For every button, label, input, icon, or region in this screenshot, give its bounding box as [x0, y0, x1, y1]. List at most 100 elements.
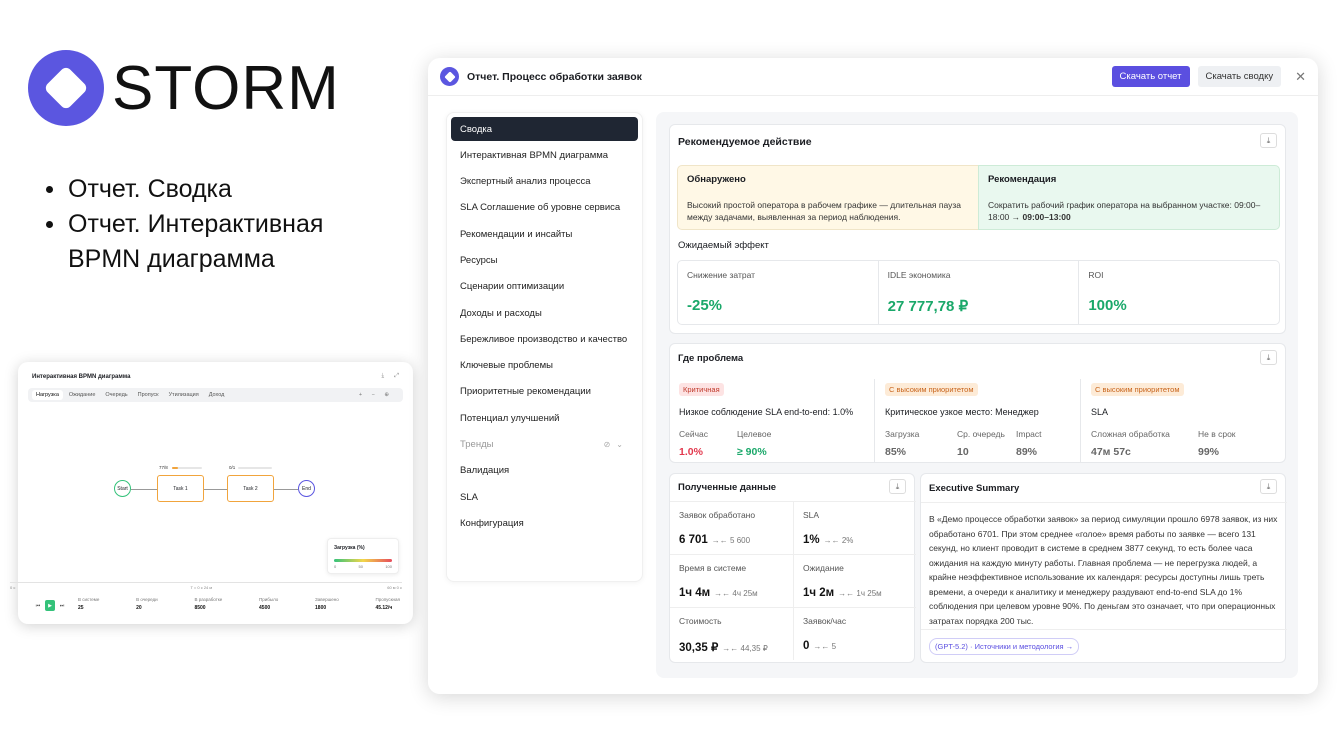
sidebar-item-finance[interactable]: Доходы и расходы	[451, 301, 638, 325]
load-legend: Загрузка (%) 0 50 100	[327, 538, 399, 574]
start-node[interactable]: Start	[114, 480, 131, 497]
reco-text: Сократить рабочий график оператора на вы…	[988, 200, 1261, 222]
problem-text: SLA	[1091, 407, 1109, 417]
received-data-card: Полученные данные ⤓ Заявок обработано 6 7…	[669, 473, 916, 663]
bullet-item: Отчет. Интерактивная BPMN диаграмма	[40, 207, 360, 277]
close-icon[interactable]: ✕	[1295, 69, 1306, 85]
expand-icon[interactable]: ⤢	[394, 373, 399, 379]
stat-item: В очереди 20	[136, 597, 158, 611]
axis-start: 0 с	[10, 585, 16, 590]
download-icon[interactable]: ⤓	[1260, 133, 1277, 148]
sidebar-item-resources[interactable]: Ресурсы	[451, 248, 638, 272]
recommended-action-card: Рекомендуемое действие ⤓ Обнаружено Высо…	[669, 124, 1286, 334]
data-cell: Заявок/час 0 →← 5	[793, 607, 916, 660]
problem-item: С высоким приоритетом SLA Сложная обрабо…	[1082, 379, 1287, 463]
metric-item: ROI 100%	[1088, 270, 1127, 314]
tab-queue[interactable]: Очередь	[101, 390, 131, 400]
brand-name: STORM	[112, 53, 340, 123]
data-cell: Время в системе 1ч 4м →← 4ч 25м	[670, 554, 793, 607]
legend-mid: 50	[358, 564, 363, 569]
task-1-node[interactable]: Task 1	[157, 475, 204, 502]
sidebar-item-lean[interactable]: Бережливое производство и качество	[451, 327, 638, 351]
sidebar-item-expert[interactable]: Экспертный анализ процесса	[451, 170, 638, 194]
effect-title: Ожидаемый эффект	[678, 240, 769, 251]
sidebar-item-validation[interactable]: Валидация	[451, 459, 638, 483]
severity-badge: С высоким приоритетом	[1091, 383, 1184, 396]
prev-icon[interactable]: ⏮	[33, 600, 43, 611]
bullet-item: Отчет. Сводка	[40, 172, 360, 207]
stat-item: Завершено 1800	[315, 597, 339, 611]
tab-load[interactable]: Нагрузка	[32, 390, 63, 400]
received-title: Полученные данные	[678, 482, 777, 493]
sidebar-item-issues[interactable]: Ключевые проблемы	[451, 354, 638, 378]
found-text: Высокий простой оператора в рабочем граф…	[687, 200, 961, 222]
legend-max: 100	[385, 564, 392, 569]
tab-wait[interactable]: Ожидание	[65, 390, 99, 400]
storm-logo: STORM	[28, 50, 340, 126]
sidebar-item-priority[interactable]: Приоритетные рекомендации	[451, 380, 638, 404]
recommendation-block: Рекомендация Сократить рабочий график оп…	[978, 165, 1280, 230]
window-header: Отчет. Процесс обработки заявок Скачать …	[428, 58, 1318, 96]
sidebar-item-trends[interactable]: Тренды ⊘⌄	[451, 433, 638, 457]
storm-logo-icon	[440, 67, 459, 86]
data-cell: Ожидание 1ч 2м →← 1ч 25м	[793, 554, 916, 607]
download-summary-button[interactable]: Скачать сводку	[1197, 66, 1282, 87]
sidebar-item-recommendations[interactable]: Рекомендации и инсайты	[451, 222, 638, 246]
sidebar-item-potential[interactable]: Потенциал улучшений	[451, 406, 638, 430]
storm-logo-icon	[28, 50, 104, 126]
end-node[interactable]: End	[298, 480, 315, 497]
flow-line	[131, 489, 157, 490]
report-sidebar: Сводка Интерактивная BPMN диаграмма Эксп…	[446, 112, 643, 582]
executive-title: Executive Summary	[929, 483, 1020, 494]
stat-item: Прибыло 4500	[259, 597, 279, 611]
problem-card: Где проблема ⤓ Критичная Низкое соблюден…	[669, 343, 1286, 463]
playback-controls: ⏮ ▶ ⏭	[33, 600, 67, 611]
download-icon[interactable]: ⤓	[1260, 350, 1277, 365]
data-cell: Заявок обработано 6 701 →← 5 600	[670, 501, 793, 554]
report-window: Отчет. Процесс обработки заявок Скачать …	[428, 58, 1318, 694]
axis-end: 60 м 0 с	[387, 585, 402, 590]
sources-link[interactable]: (GPT-5.2) · Источники и методология →	[929, 638, 1080, 655]
mini-tabs: Нагрузка Ожидание Очередь Пропуск Утилиз…	[28, 388, 403, 402]
stat-item: Пропускная 45.12/ч	[375, 597, 400, 611]
flow-line	[204, 489, 227, 490]
sidebar-item-bpmn[interactable]: Интерактивная BPMN диаграмма	[451, 143, 638, 167]
download-icon[interactable]: ⤓	[889, 479, 906, 494]
problem-item: Критичная Низкое соблюдение SLA end-to-e…	[670, 379, 875, 463]
tab-skip[interactable]: Пропуск	[134, 390, 163, 400]
problem-title: Где проблема	[678, 353, 744, 364]
download-icon[interactable]: ⤓	[382, 373, 385, 379]
mini-stats: В системе 25 В очереди 20 В разработке 8500…	[78, 597, 400, 611]
found-block: Обнаружено Высокий простой оператора в р…	[677, 165, 979, 230]
effect-metrics: Снижение затрат -25% IDLE экономика 27 777…	[677, 260, 1280, 325]
stat-item: В разработке 8500	[194, 597, 223, 611]
tab-util[interactable]: Утилизация	[165, 390, 203, 400]
sidebar-item-config[interactable]: Конфигурация	[451, 511, 638, 535]
legend-title: Загрузка (%)	[334, 545, 365, 551]
tab-income[interactable]: Доход	[205, 390, 229, 400]
report-content: Рекомендуемое действие ⤓ Обнаружено Высо…	[656, 112, 1298, 678]
sidebar-item-summary[interactable]: Сводка	[451, 117, 638, 141]
data-cell: Стоимость 30,35 ₽ →← 44,35 ₽	[670, 607, 793, 660]
reco-title: Рекомендация	[988, 174, 1057, 185]
task-1-load-bar	[172, 467, 202, 469]
hidden-chevron-icon[interactable]: ⊘⌄	[604, 440, 629, 449]
problem-item: С высоким приоритетом Критическое узкое …	[876, 379, 1081, 463]
zoom-controls-icon[interactable]: + − ⊕	[355, 390, 397, 400]
task-1-count: 77/8	[159, 465, 168, 470]
task-2-node[interactable]: Task 2	[227, 475, 274, 502]
recommended-title: Рекомендуемое действие	[678, 136, 812, 148]
download-icon[interactable]: ⤓	[1260, 479, 1277, 494]
sidebar-item-scenarios[interactable]: Сценарии оптимизации	[451, 275, 638, 299]
flow-line	[274, 489, 298, 490]
legend-min: 0	[334, 564, 337, 569]
download-report-button[interactable]: Скачать отчет	[1111, 66, 1190, 87]
sidebar-item-sla[interactable]: SLA	[451, 485, 638, 509]
axis-current: T = 0 с 24 м	[190, 585, 213, 590]
sidebar-item-sla-agreement[interactable]: SLA Соглашение об уровне сервиса	[451, 196, 638, 220]
next-icon[interactable]: ⏭	[57, 600, 67, 611]
metric-item: IDLE экономика 27 777,78 ₽	[879, 261, 1080, 324]
timeline-axis: 0 с T = 0 с 24 м 60 м 0 с	[10, 582, 402, 590]
legend-gradient	[334, 559, 392, 562]
play-icon[interactable]: ▶	[45, 600, 55, 611]
